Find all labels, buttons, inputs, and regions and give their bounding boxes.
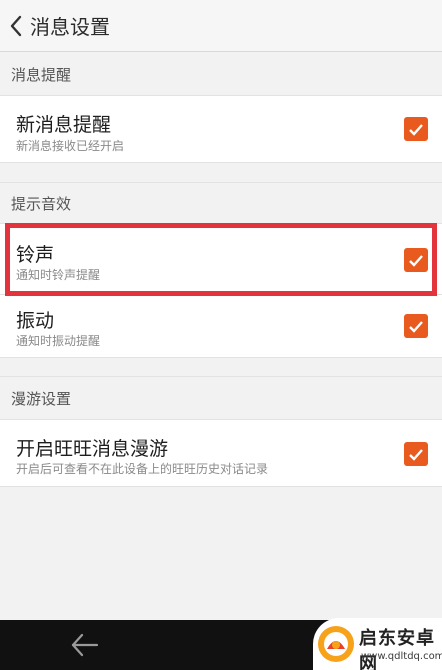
setting-description: 通知时振动提醒 — [16, 334, 101, 348]
check-icon — [409, 254, 423, 267]
watermark: 启东安卓网 www.qdltdq.com — [313, 618, 442, 670]
section-header-notify: 消息提醒 — [0, 53, 442, 96]
new-message-checkbox[interactable] — [404, 117, 428, 141]
setting-description: 开启后可查看不在此设备上的旺旺历史对话记录 — [16, 462, 269, 476]
check-icon — [409, 320, 423, 333]
setting-label: 新消息提醒 — [16, 114, 112, 136]
nav-back-icon[interactable] — [70, 632, 100, 658]
check-icon — [409, 123, 423, 136]
watermark-logo-icon — [318, 626, 354, 662]
setting-description: 新消息接收已经开启 — [16, 139, 125, 153]
watermark-name: 启东安卓网 — [359, 628, 435, 670]
vibrate-checkbox[interactable] — [404, 314, 428, 338]
section-header-roaming: 漫游设置 — [0, 376, 442, 420]
setting-row-roaming[interactable]: 开启旺旺消息漫游 开启后可查看不在此设备上的旺旺历史对话记录 — [0, 420, 442, 487]
screen: 消息设置 消息提醒 新消息提醒 新消息接收已经开启 提示音效 铃声 通知时铃声提… — [0, 0, 442, 670]
check-icon — [409, 448, 423, 461]
section-header-sound: 提示音效 — [0, 182, 442, 224]
top-bar: 消息设置 — [0, 0, 442, 52]
chevron-left-icon — [10, 15, 22, 36]
watermark-url: www.qdltdq.com — [361, 651, 442, 662]
setting-row-ringtone[interactable]: 铃声 通知时铃声提醒 — [0, 224, 442, 295]
setting-description: 通知时铃声提醒 — [16, 268, 101, 282]
roaming-checkbox[interactable] — [404, 442, 428, 466]
page-title: 消息设置 — [30, 15, 110, 39]
ringtone-checkbox[interactable] — [404, 248, 428, 272]
setting-label: 铃声 — [16, 244, 55, 266]
setting-row-new-message[interactable]: 新消息提醒 新消息接收已经开启 — [0, 96, 442, 163]
back-button[interactable] — [2, 0, 30, 52]
setting-label: 振动 — [16, 310, 55, 332]
setting-label: 开启旺旺消息漫游 — [16, 438, 169, 460]
setting-row-vibrate[interactable]: 振动 通知时振动提醒 — [0, 295, 442, 358]
